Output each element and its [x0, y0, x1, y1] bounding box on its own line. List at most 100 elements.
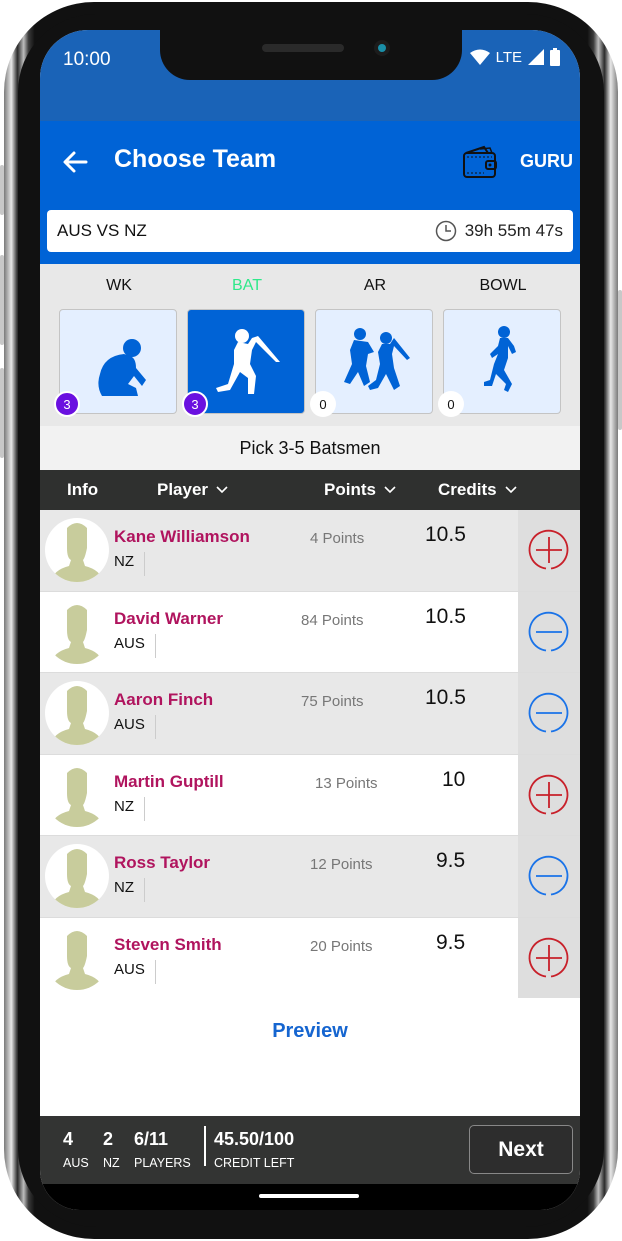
player-team: NZ: [114, 796, 145, 821]
avatar[interactable]: [45, 763, 109, 827]
player-name[interactable]: Aaron Finch: [114, 690, 213, 710]
sort-points[interactable]: Points: [324, 480, 396, 500]
table-row[interactable]: David Warner AUS 84 Points 10.5: [40, 591, 580, 673]
nz-count: 2: [103, 1129, 114, 1149]
player-credits: 10.5: [425, 686, 466, 709]
table-header: Info Player Points Credits: [40, 470, 580, 510]
player-points: 20 Points: [310, 937, 373, 955]
player-name[interactable]: Steven Smith: [114, 935, 222, 955]
preview-button[interactable]: Preview: [40, 1020, 580, 1043]
player-points: 4 Points: [310, 530, 365, 547]
countdown: 39h 55m 47s: [464, 221, 563, 240]
screen: 10:00 LTE Choose Team GURU AUS VS NZ 39h…: [40, 30, 580, 1210]
plus-circle-icon: [528, 774, 569, 815]
player-credits: 10: [442, 767, 466, 791]
wicketkeeper-icon: [98, 339, 146, 396]
minus-circle-icon: [528, 611, 569, 652]
role-label: BAT: [232, 277, 262, 294]
preview-section: Preview: [40, 998, 580, 1116]
remove-player-button[interactable]: [518, 591, 580, 672]
battery-icon: [550, 48, 560, 66]
player-points: 75 Points: [301, 693, 364, 710]
players-label: PLAYERS: [134, 1156, 191, 1170]
players-stat: 6/11 PLAYERS: [134, 1129, 191, 1170]
status-icons: LTE: [469, 48, 560, 66]
player-credits: 10.5: [425, 523, 466, 546]
allrounder-icon: [344, 328, 410, 390]
role-card-ar[interactable]: 0: [310, 309, 433, 417]
team-summary-footer: 4 AUS 2 NZ 6/11 PLAYERS 45.50/100 CREDIT…: [40, 1116, 580, 1184]
person-silhouette-icon: [51, 849, 103, 908]
front-camera: [374, 40, 390, 56]
gesture-area: [40, 1184, 580, 1210]
plus-circle-icon: [528, 530, 569, 570]
home-indicator[interactable]: [259, 1194, 359, 1198]
aus-count-stat: 4 AUS: [63, 1129, 89, 1170]
match-title: AUS VS NZ: [57, 221, 147, 240]
header-points-label: Points: [324, 480, 376, 499]
clock-icon: [435, 220, 456, 242]
volume-up-button: [0, 255, 4, 345]
plus-circle-icon: [528, 937, 569, 978]
avatar[interactable]: [45, 844, 109, 908]
credit-label: CREDIT LEFT: [214, 1156, 295, 1170]
role-label: AR: [363, 277, 387, 294]
signal-icon: [528, 49, 544, 65]
player-points: 84 Points: [301, 611, 364, 629]
table-row[interactable]: Martin Guptill NZ 13 Points 10: [40, 754, 580, 836]
person-silhouette-icon: [51, 604, 103, 664]
avatar[interactable]: [45, 681, 109, 745]
player-name[interactable]: Kane Williamson: [114, 527, 250, 547]
player-name[interactable]: Martin Guptill: [114, 772, 224, 792]
table-row[interactable]: Aaron Finch AUS 75 Points 10.5: [40, 673, 580, 755]
page-title: Choose Team: [114, 145, 277, 173]
arrow-left-icon[interactable]: [60, 147, 90, 177]
role-card-wk[interactable]: 3: [54, 309, 177, 417]
person-silhouette-icon: [51, 767, 103, 827]
player-points: 12 Points: [310, 856, 373, 873]
player-name[interactable]: Ross Taylor: [114, 853, 210, 873]
batsman-icon: [216, 329, 280, 394]
role-card-bat[interactable]: 3: [182, 309, 305, 417]
table-row[interactable]: Steven Smith AUS 20 Points 9.5: [40, 917, 580, 999]
sort-credits[interactable]: Credits: [438, 480, 517, 500]
remove-player-button[interactable]: [518, 836, 580, 917]
table-row[interactable]: Ross Taylor NZ 12 Points 9.5: [40, 836, 580, 918]
volume-down-button: [0, 368, 4, 458]
add-player-button[interactable]: [518, 510, 580, 591]
avatar[interactable]: [45, 518, 109, 582]
table-row[interactable]: Kane Williamson NZ 4 Points 10.5: [40, 510, 580, 592]
aus-count: 4: [63, 1129, 74, 1149]
role-card-bowl[interactable]: 0: [438, 309, 561, 417]
guru-button[interactable]: GURU: [520, 151, 573, 172]
chevron-down-icon: [384, 486, 396, 494]
aus-label: AUS: [63, 1156, 89, 1170]
notch: [160, 30, 462, 80]
avatar[interactable]: [45, 600, 109, 664]
sort-player[interactable]: Player: [157, 480, 228, 500]
avatar[interactable]: [45, 926, 109, 990]
footer-divider: [204, 1126, 206, 1166]
role-tabs: WK 3 BAT 3 AR 0 BOWL 0: [40, 264, 580, 426]
person-silhouette-icon: [51, 686, 103, 745]
player-name[interactable]: David Warner: [114, 609, 223, 629]
player-list: Kane Williamson NZ 4 Points 10.5 David W…: [40, 510, 580, 999]
credit-value: 45.50/100: [214, 1129, 295, 1149]
add-player-button[interactable]: [518, 917, 580, 998]
player-team: AUS: [114, 715, 156, 739]
network-type: LTE: [495, 48, 522, 66]
add-player-button[interactable]: [518, 754, 580, 835]
next-button[interactable]: Next: [469, 1125, 573, 1174]
header-player-label: Player: [157, 480, 209, 499]
player-team: NZ: [114, 878, 145, 902]
speaker: [262, 44, 344, 52]
role-count-badge: 0: [438, 391, 464, 417]
player-credits: 9.5: [436, 849, 466, 872]
match-timer: 39h 55m 47s: [435, 220, 563, 242]
remove-player-button[interactable]: [518, 673, 580, 754]
bowler-icon: [484, 326, 516, 392]
wallet-icon[interactable]: [462, 145, 498, 179]
player-team: AUS: [114, 959, 156, 984]
minus-circle-icon: [528, 693, 569, 733]
header-credits-label: Credits: [438, 480, 497, 499]
